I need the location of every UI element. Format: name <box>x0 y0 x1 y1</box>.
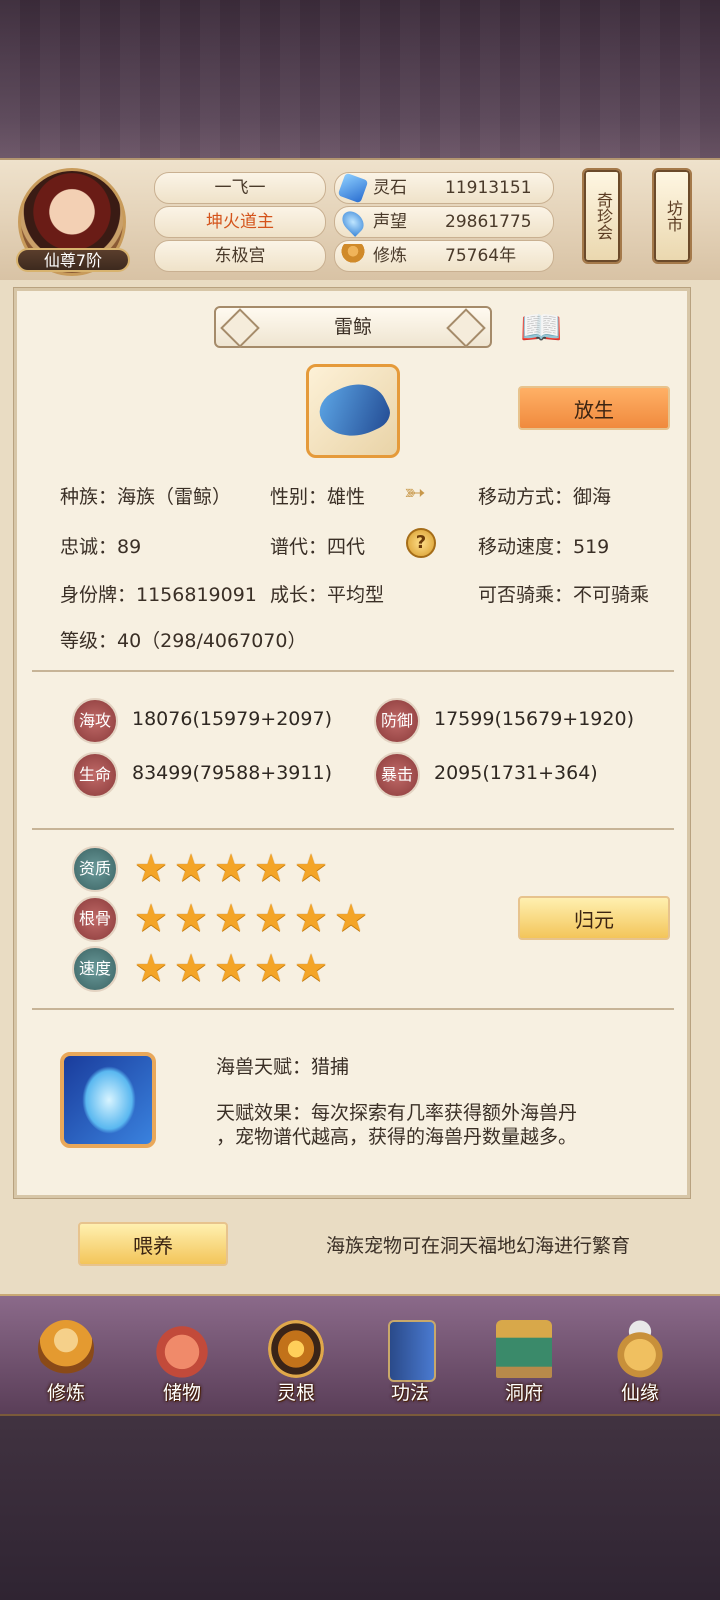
spirit-stone-icon <box>337 172 369 204</box>
stat-defense: 17599(15679+1920) <box>434 708 634 730</box>
star-icon: ★ <box>294 896 329 940</box>
divider <box>32 828 674 830</box>
talent-effect-line2: ，宠物谱代越高，获得的海兽丹数量越多。 <box>216 1126 578 1148</box>
help-icon[interactable]: ? <box>406 528 436 558</box>
pet-generation: 谱代：四代 <box>270 536 366 558</box>
stat-critical: 2095(1731+364) <box>434 762 598 784</box>
gourd-icon <box>612 1320 668 1378</box>
star-icon: ★ <box>174 896 209 940</box>
banner-ornament-left <box>220 308 260 348</box>
star-icon: ★ <box>294 846 329 890</box>
talent-effect-line1: 天赋效果：每次探索有几率获得额外海兽丹 <box>216 1102 578 1124</box>
star-icon: ★ <box>134 846 169 890</box>
resource-spirit-stone: 灵石 11913151 <box>334 172 554 204</box>
rating-badge-bone: 根骨 <box>72 896 118 942</box>
banner-ornament-right <box>446 308 486 348</box>
pet-move-speed: 移动速度：519 <box>478 536 610 558</box>
reputation-icon <box>338 207 368 237</box>
star-icon: ★ <box>134 896 169 940</box>
resource-reputation: 声望 29861775 <box>334 206 554 238</box>
stat-sea-attack: 18076(15979+2097) <box>132 708 332 730</box>
treasure-auction-button[interactable]: 奇珍会 <box>582 168 622 264</box>
pouch-icon <box>154 1320 210 1378</box>
star-icon: ★ <box>254 946 289 990</box>
release-button[interactable]: 放生 <box>518 386 670 430</box>
player-title: 坤火道主 <box>154 206 326 238</box>
player-name: 一飞一 <box>154 172 326 204</box>
stat-badge-sea-attack: 海攻 <box>72 698 118 744</box>
star-icon: ★ <box>174 846 209 890</box>
star-icon: ★ <box>214 946 249 990</box>
rating-badge-aptitude: 资质 <box>72 846 118 892</box>
player-rank: 仙尊7阶 <box>16 248 130 272</box>
pet-id-tag: 身份牌：1156819091 <box>60 584 257 606</box>
meditation-icon <box>341 244 365 268</box>
resource-cultivation: 修炼 75764年 <box>334 240 554 272</box>
breed-tip: 海族宠物可在洞天福地幻海进行繁育 <box>326 1235 631 1257</box>
pet-loyalty: 忠诚：89 <box>60 536 142 558</box>
gender-switch-icon[interactable]: ➳ <box>404 478 436 508</box>
book-quill-icon[interactable]: 📖 <box>520 308 572 348</box>
pet-name: 雷鲸 <box>333 316 372 338</box>
pet-rideable: 可否骑乘：不可骑乘 <box>478 584 650 606</box>
star-icon: ★ <box>254 896 289 940</box>
star-icon: ★ <box>334 896 369 940</box>
rating-badge-speed: 速度 <box>72 946 118 992</box>
top-decoration <box>0 0 720 160</box>
stat-badge-critical: 暴击 <box>374 752 420 798</box>
divider <box>32 1008 674 1010</box>
thunder-whale-icon <box>313 373 395 449</box>
pet-name-banner: 雷鲸 <box>214 306 492 348</box>
divider <box>32 670 674 672</box>
nav-immortal-fate[interactable]: 仙缘 <box>602 1318 678 1410</box>
cave-dwelling-icon <box>496 1320 552 1378</box>
feed-button[interactable]: 喂养 <box>78 1222 228 1266</box>
pet-portrait <box>306 364 400 458</box>
technique-book-icon <box>388 1320 436 1382</box>
nav-spirit-root[interactable]: 灵根 <box>258 1318 334 1410</box>
nav-storage[interactable]: 储物 <box>144 1318 220 1410</box>
star-icon: ★ <box>134 946 169 990</box>
stat-life: 83499(79588+3911) <box>132 762 332 784</box>
star-icon: ★ <box>214 896 249 940</box>
stat-badge-defense: 防御 <box>374 698 420 744</box>
talent-name: 海兽天赋：猎捕 <box>216 1056 350 1078</box>
stat-badge-life: 生命 <box>72 752 118 798</box>
star-icon: ★ <box>254 846 289 890</box>
blue-spirit-icon <box>82 1066 136 1134</box>
talent-icon[interactable] <box>60 1052 156 1148</box>
star-icon: ★ <box>294 946 329 990</box>
pet-race: 种族：海族（雷鲸） <box>60 486 232 508</box>
cultivator-icon <box>38 1320 94 1378</box>
return-origin-button[interactable]: 归元 <box>518 896 670 940</box>
pet-gender: 性别：雄性 <box>270 486 366 508</box>
pet-growth: 成长：平均型 <box>270 584 385 606</box>
star-icon: ★ <box>214 846 249 890</box>
market-button[interactable]: 坊市 <box>652 168 692 264</box>
star-icon: ★ <box>174 946 209 990</box>
nav-cave-dwelling[interactable]: 洞府 <box>486 1318 562 1410</box>
player-sect: 东极宫 <box>154 240 326 272</box>
pet-level: 等级：40（298/4067070） <box>60 630 307 652</box>
nav-cultivate[interactable]: 修炼 <box>28 1318 104 1410</box>
pet-move-type: 移动方式：御海 <box>478 486 612 508</box>
spirit-root-icon <box>268 1320 324 1378</box>
nav-technique[interactable]: 功法 <box>372 1318 448 1410</box>
